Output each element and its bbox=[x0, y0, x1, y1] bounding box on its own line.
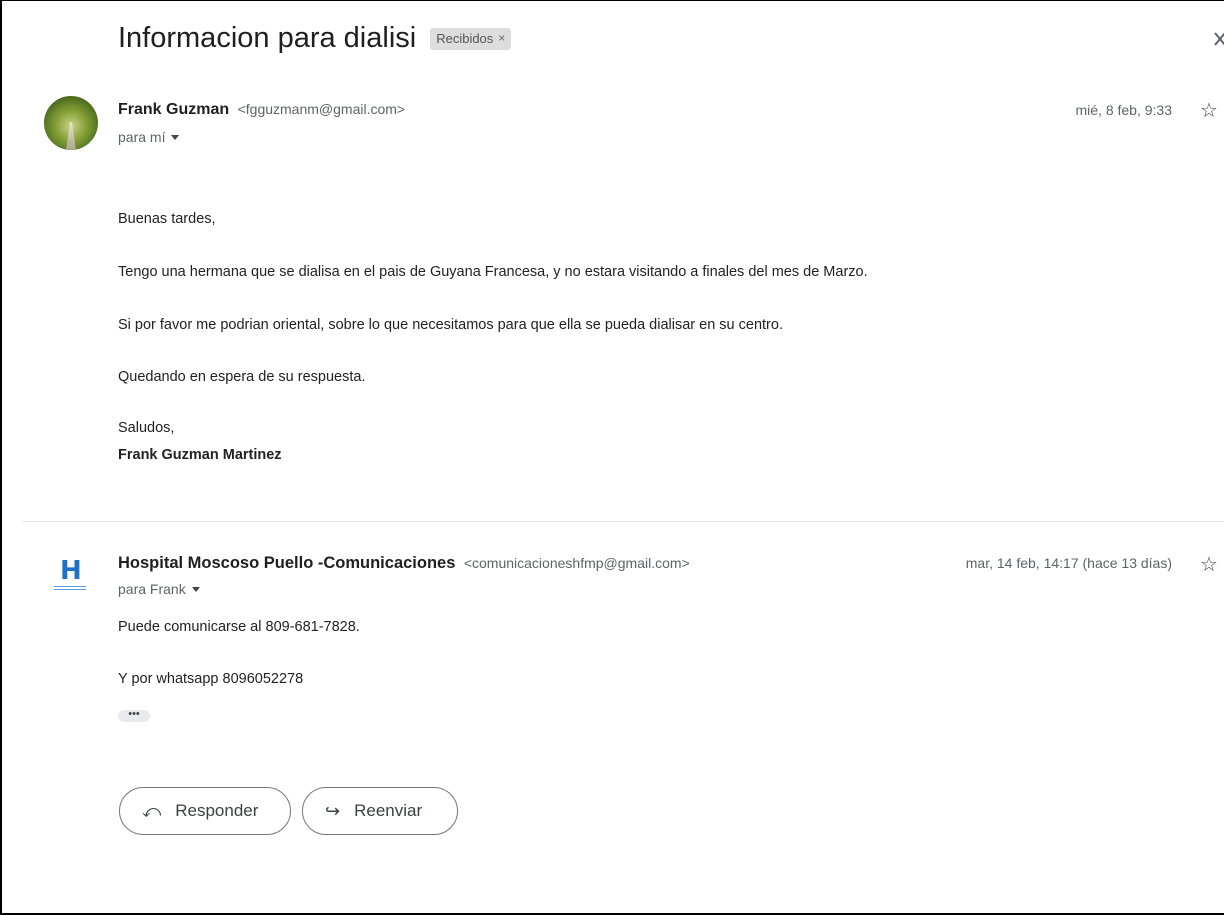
avatar: H bbox=[48, 556, 92, 596]
reply-icon: ⤺ bbox=[142, 800, 162, 822]
forward-button[interactable]: ↪ Reenviar bbox=[302, 787, 458, 835]
body-paragraph: Buenas tardes, bbox=[118, 211, 216, 227]
star-icon[interactable]: ☆ bbox=[1200, 552, 1218, 576]
recipient-label: para Frank bbox=[118, 581, 186, 597]
thread-subject: Informacion para dialisi bbox=[118, 22, 417, 54]
body-paragraph: Quedando en espera de su respuesta. bbox=[118, 369, 366, 385]
hospital-logo-letter: H bbox=[60, 556, 82, 586]
close-icon[interactable] bbox=[1212, 28, 1224, 50]
body-paragraph: Saludos, bbox=[118, 420, 175, 436]
message-divider bbox=[22, 521, 1224, 522]
label-chip-recibidos[interactable]: Recibidos × bbox=[430, 27, 512, 50]
sender-line: Hospital Moscoso Puello -Comunicaciones … bbox=[118, 554, 690, 573]
message-date: mié, 8 feb, 9:33 bbox=[1075, 102, 1172, 118]
subject-row: Informacion para dialisi Recibidos × bbox=[118, 22, 512, 55]
chevron-down-icon bbox=[191, 586, 200, 592]
sender-name[interactable]: Frank Guzman bbox=[118, 101, 229, 118]
body-paragraph: Puede comunicarse al 809-681-7828. bbox=[118, 619, 360, 635]
sender-line: Frank Guzman <fgguzmanm@gmail.com> bbox=[118, 101, 405, 119]
logo-line bbox=[54, 586, 86, 587]
recipient-dropdown[interactable]: para mí bbox=[118, 129, 180, 145]
logo-line bbox=[54, 589, 86, 590]
chevron-down-icon bbox=[171, 134, 180, 140]
avatar bbox=[44, 96, 98, 150]
label-chip-text: Recibidos bbox=[436, 30, 494, 46]
sender-email: <fgguzmanm@gmail.com> bbox=[237, 101, 406, 117]
sender-name[interactable]: Hospital Moscoso Puello -Comunicaciones bbox=[118, 554, 455, 572]
recipient-label: para mí bbox=[118, 129, 166, 145]
remove-label-icon[interactable]: × bbox=[498, 31, 505, 45]
sender-email: <comunicacioneshfmp@gmail.com> bbox=[463, 555, 690, 571]
forward-icon: ↪ bbox=[325, 800, 341, 822]
body-paragraph: Si por favor me podrian oriental, sobre … bbox=[118, 317, 783, 333]
avatar-road-image bbox=[66, 122, 76, 150]
show-trimmed-content-button[interactable]: ••• bbox=[118, 709, 150, 722]
forward-label: Reenviar bbox=[354, 801, 423, 820]
star-icon[interactable]: ☆ bbox=[1200, 98, 1218, 122]
reply-label: Responder bbox=[175, 801, 259, 820]
signature: Frank Guzman Martinez bbox=[118, 447, 282, 463]
body-paragraph: Tengo una hermana que se dialisa en el p… bbox=[118, 264, 868, 280]
reply-button[interactable]: ⤺ Responder bbox=[119, 787, 291, 835]
body-paragraph: Y por whatsapp 8096052278 bbox=[118, 671, 304, 687]
recipient-dropdown[interactable]: para Frank bbox=[118, 581, 200, 597]
message-date: mar, 14 feb, 14:17 (hace 13 días) bbox=[965, 555, 1172, 571]
